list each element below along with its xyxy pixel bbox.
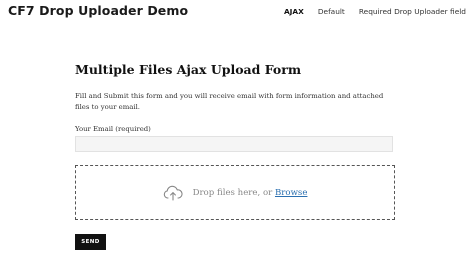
cloud-upload-icon	[163, 185, 183, 201]
email-label: Your Email (required)	[75, 125, 151, 133]
nav-item-ajax[interactable]: AJAX	[284, 7, 304, 16]
form-description: Fill and Submit this form and you will r…	[75, 92, 384, 111]
main-nav: AJAX Default Required Drop Uploader fiel…	[284, 7, 466, 16]
nav-item-default[interactable]: Default	[318, 7, 345, 16]
nav-item-required-drop-uploader[interactable]: Required Drop Uploader field	[359, 7, 466, 16]
file-dropzone[interactable]: Drop files here, or Browse	[75, 165, 395, 220]
dropzone-prompt: Drop files here, or	[192, 187, 273, 198]
browse-link[interactable]: Browse	[275, 188, 307, 198]
email-field[interactable]	[75, 136, 393, 152]
dropzone-content: Drop files here, or Browse	[76, 166, 394, 219]
dropzone-text: Drop files here, or Browse	[193, 188, 308, 198]
site-header: CF7 Drop Uploader Demo AJAX Default Requ…	[0, 0, 474, 26]
page-title: Multiple Files Ajax Upload Form	[75, 62, 302, 77]
site-title[interactable]: CF7 Drop Uploader Demo	[8, 3, 188, 18]
send-button[interactable]: SEND	[75, 234, 106, 250]
